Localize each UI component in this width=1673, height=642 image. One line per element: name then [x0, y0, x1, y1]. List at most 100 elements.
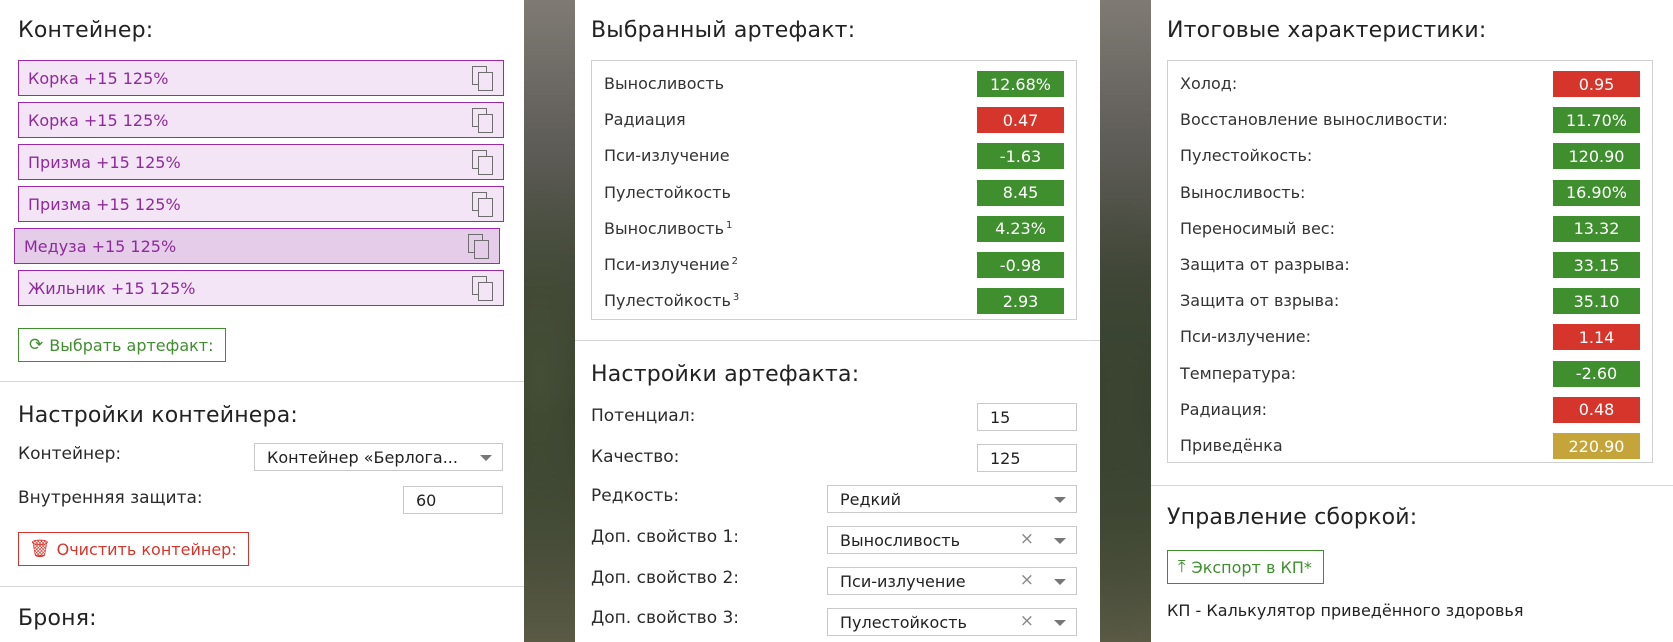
stat-name: Приведёнка	[1180, 436, 1283, 455]
clear-icon[interactable]: ×	[1020, 570, 1034, 590]
stat-value-badge: 16.90%	[1553, 179, 1640, 206]
potential-label: Потенциал:	[591, 406, 696, 426]
clear-icon[interactable]: ×	[1020, 529, 1034, 549]
chevron-down-icon	[480, 455, 492, 461]
stat-name: Пси-излучение 2	[604, 255, 738, 274]
stat-name: Защита от разрыва:	[1180, 255, 1350, 274]
slot-label: Корка +15 125%	[28, 110, 169, 130]
container-slot[interactable]: Медуза +15 125%	[14, 228, 500, 264]
stat-name: Пси-излучение:	[1180, 327, 1311, 347]
stat-row: Пулестойкость 8.45	[604, 176, 1064, 210]
choose-artifact-label: Выбрать артефакт:	[49, 335, 214, 355]
divider	[575, 340, 1100, 341]
container-select-value: Контейнер «Берлога...	[267, 448, 458, 467]
export-button[interactable]: ⤒ Экспорт в КП*	[1167, 550, 1324, 584]
stat-row: Холод: 0.95	[1180, 67, 1640, 101]
copy-icon[interactable]	[472, 276, 494, 302]
stat-row: Радиация: 0.48	[1180, 393, 1640, 427]
copy-icon[interactable]	[472, 66, 494, 92]
clear-icon[interactable]: ×	[1020, 611, 1034, 631]
stat-value-badge: 220.90	[1553, 433, 1640, 459]
slot-label: Корка +15 125%	[28, 68, 169, 88]
chevron-down-icon	[1054, 497, 1066, 503]
stat-row: Защита от разрыва: 33.15	[1180, 248, 1640, 282]
extra3-select-value: Пулестойкость	[840, 613, 967, 632]
divider	[0, 586, 524, 587]
stat-value-badge: 35.10	[1553, 288, 1640, 315]
slot-label: Призма +15 125%	[28, 152, 181, 172]
extra1-label: Доп. свойство 1:	[591, 527, 740, 547]
armor-title: Броня:	[18, 606, 97, 631]
stat-value-badge: -1.63	[977, 143, 1064, 170]
stat-name: Радиация:	[1180, 399, 1268, 419]
protection-input[interactable]: 60	[403, 486, 503, 514]
stat-row: Температура: -2.60	[1180, 357, 1640, 391]
stat-value-badge: -0.98	[977, 252, 1064, 278]
stat-footnote: 1	[726, 219, 733, 231]
stat-row: Пси-излучение -1.63	[604, 139, 1064, 173]
choose-artifact-button[interactable]: ⟳ Выбрать артефакт:	[18, 328, 226, 362]
extra2-label: Доп. свойство 2:	[591, 568, 740, 588]
rarity-select-value: Редкий	[840, 490, 902, 509]
stat-row: Радиация 0.47	[604, 103, 1064, 137]
quality-input[interactable]: 125	[977, 444, 1077, 472]
stat-value-badge: -2.60	[1553, 360, 1640, 387]
stat-name: Выносливость	[604, 74, 725, 93]
container-slot[interactable]: Корка +15 125%	[18, 60, 504, 96]
stat-name: Выносливость 1	[604, 218, 733, 238]
stat-row: Защита от взрыва: 35.10	[1180, 284, 1640, 318]
slot-label: Жильник +15 125%	[28, 278, 196, 298]
stat-value-badge: 0.47	[977, 107, 1064, 134]
stat-name: Пулестойкость 3	[604, 291, 740, 311]
stat-row: Выносливость: 16.90%	[1180, 176, 1640, 210]
stat-row: Пси-излучение: 1.14	[1180, 320, 1640, 354]
stat-row: Пулестойкость 3 2.93	[604, 284, 1064, 318]
stat-value-badge: 2.93	[977, 288, 1064, 315]
copy-icon[interactable]	[472, 108, 494, 134]
totals-title: Итоговые характеристики:	[1167, 18, 1487, 43]
stat-name: Переносимый вес:	[1180, 218, 1335, 238]
divider	[1151, 485, 1673, 486]
stat-name: Выносливость:	[1180, 182, 1306, 202]
clear-container-button[interactable]: 🗑 Очистить контейнер:	[18, 532, 249, 566]
clear-container-label: Очистить контейнер:	[56, 539, 237, 559]
copy-icon[interactable]	[472, 192, 494, 218]
container-select[interactable]: Контейнер «Берлога...	[254, 443, 503, 471]
stat-name: Восстановление выносливости:	[1180, 110, 1448, 130]
stat-name: Пулестойкость	[604, 182, 731, 202]
slot-label: Призма +15 125%	[28, 194, 181, 214]
container-slot[interactable]: Корка +15 125%	[18, 102, 504, 138]
container-settings-title: Настройки контейнера:	[18, 403, 298, 428]
extra1-select[interactable]: Выносливость ×	[827, 526, 1077, 554]
chevron-down-icon	[1054, 538, 1066, 544]
artifact-settings-title: Настройки артефакта:	[591, 362, 860, 387]
stat-row: Восстановление выносливости: 11.70%	[1180, 103, 1640, 137]
extra1-select-value: Выносливость	[840, 531, 961, 550]
container-slot[interactable]: Жильник +15 125%	[18, 270, 504, 306]
stat-value-badge: 0.48	[1553, 396, 1640, 423]
stat-value-badge: 33.15	[1553, 252, 1640, 278]
artifact-panel: Выбранный артефакт: Выносливость 12.68% Ра…	[575, 0, 1100, 642]
selected-artifact-stats: Выносливость 12.68% Радиация 0.47 Пси-излуче…	[591, 60, 1077, 320]
copy-icon[interactable]	[468, 234, 490, 260]
copy-icon[interactable]	[472, 150, 494, 176]
upload-icon: ⤒	[1178, 556, 1186, 577]
extra3-select[interactable]: Пулестойкость ×	[827, 608, 1077, 636]
build-note: КП - Калькулятор приведённого здоровья	[1167, 601, 1524, 620]
stat-row: Приведёнка 220.90	[1180, 429, 1640, 463]
chevron-down-icon	[1054, 579, 1066, 585]
trash-icon: 🗑	[29, 538, 51, 559]
container-slot[interactable]: Призма +15 125%	[18, 144, 504, 180]
container-panel: Контейнер: Корка +15 125% Корка +15 125% П…	[0, 0, 524, 642]
stat-value-badge: 12.68%	[977, 71, 1064, 97]
extra2-select-value: Пси-излучение	[840, 572, 966, 591]
extra2-select[interactable]: Пси-излучение ×	[827, 567, 1077, 595]
stat-name: Радиация	[604, 110, 686, 130]
container-select-label: Контейнер:	[18, 444, 122, 464]
stat-footnote: 3	[732, 292, 740, 304]
slot-label: Медуза +15 125%	[24, 236, 177, 256]
container-slot[interactable]: Призма +15 125%	[18, 186, 504, 222]
potential-input[interactable]: 15	[977, 403, 1077, 431]
stat-row: Переносимый вес: 13.32	[1180, 212, 1640, 246]
rarity-select[interactable]: Редкий	[827, 485, 1077, 513]
